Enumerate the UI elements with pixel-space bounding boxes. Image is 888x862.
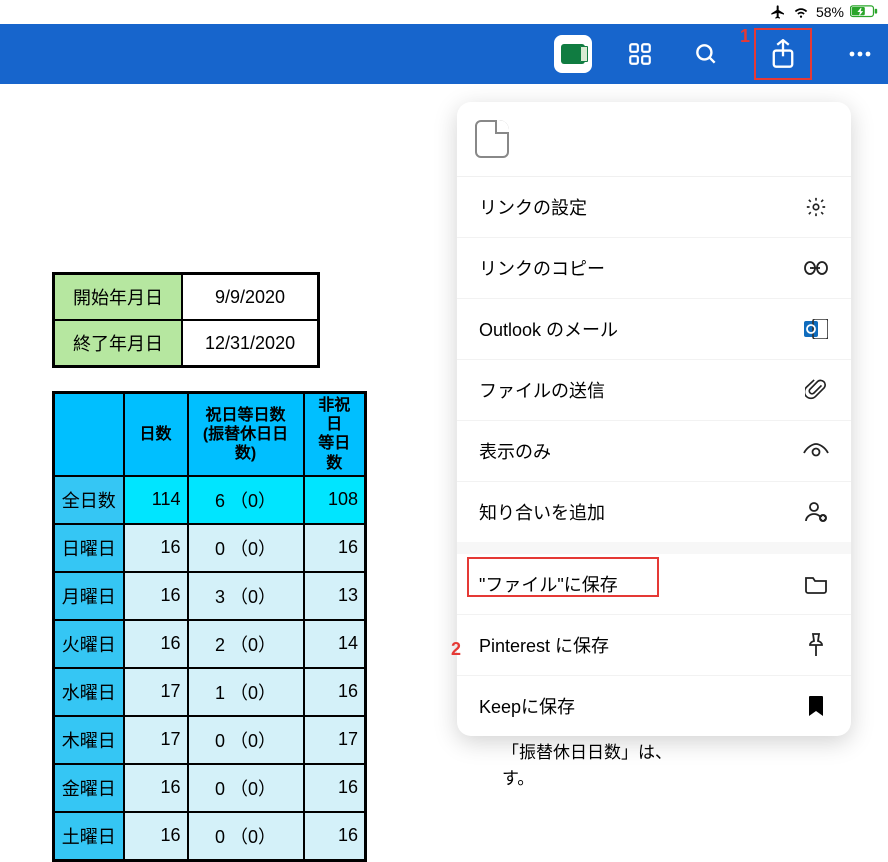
nonholiday-cell: 13 [304, 572, 366, 620]
nonholiday-cell: 16 [304, 812, 366, 861]
link-icon [803, 255, 829, 281]
holiday-cell: 6 （0） [188, 476, 304, 524]
column-header [54, 393, 124, 476]
holiday-cell: 0 （0） [188, 812, 304, 861]
app-header: 1 [0, 24, 888, 84]
table-row: 全日数1146 （0）108 [54, 476, 366, 524]
outlook-icon [803, 316, 829, 342]
menu-item-label: Pinterest に保存 [479, 632, 609, 658]
annotation-2: 2 [451, 639, 461, 660]
share-menu-item[interactable]: Outlook のメール [457, 298, 851, 359]
more-icon[interactable] [842, 36, 878, 72]
holiday-cell: 2 （0） [188, 620, 304, 668]
menu-item-label: 知り合いを追加 [479, 499, 605, 525]
nonholiday-cell: 16 [304, 668, 366, 716]
share-menu-item[interactable]: "ファイル"に保存 [457, 554, 851, 614]
nonholiday-cell: 14 [304, 620, 366, 668]
nonholiday-cell: 108 [304, 476, 366, 524]
bookmark-icon [803, 693, 829, 719]
background-note-text: 「振替休日日数」は、 す。 [502, 740, 672, 791]
table-row: 金曜日160 （0）16 [54, 764, 366, 812]
row-label: 水曜日 [54, 668, 124, 716]
row-label: 金曜日 [54, 764, 124, 812]
date-value: 12/31/2020 [182, 320, 319, 367]
document-icon [475, 120, 509, 158]
days-cell: 16 [124, 524, 188, 572]
date-value: 9/9/2020 [182, 274, 319, 321]
nonholiday-cell: 17 [304, 716, 366, 764]
column-header: 祝日等日数(振替休日日数) [188, 393, 304, 476]
share-menu-item[interactable]: Pinterest に保存 [457, 614, 851, 675]
battery-charging-icon [850, 5, 878, 19]
share-menu-item[interactable]: 表示のみ [457, 420, 851, 481]
row-label: 木曜日 [54, 716, 124, 764]
column-header: 日数 [124, 393, 188, 476]
days-cell: 16 [124, 572, 188, 620]
share-menu-item[interactable]: 知り合いを追加 [457, 481, 851, 542]
attach-icon [803, 377, 829, 403]
person-add-icon [803, 499, 829, 525]
holiday-cell: 0 （0） [188, 764, 304, 812]
folder-icon [803, 571, 829, 597]
column-header: 非祝日等日数 [304, 393, 366, 476]
eye-icon [803, 438, 829, 464]
holiday-cell: 0 （0） [188, 524, 304, 572]
days-cell: 16 [124, 620, 188, 668]
share-button[interactable]: 1 [754, 28, 812, 80]
days-summary-table: 日数祝日等日数(振替休日日数)非祝日等日数 全日数1146 （0）108日曜日1… [52, 391, 367, 862]
menu-item-label: "ファイル"に保存 [479, 571, 618, 597]
table-row: 木曜日170 （0）17 [54, 716, 366, 764]
nonholiday-cell: 16 [304, 524, 366, 572]
table-row: 月曜日163 （0）13 [54, 572, 366, 620]
share-menu-item[interactable]: リンクの設定 [457, 177, 851, 237]
menu-item-label: ファイルの送信 [479, 377, 605, 403]
menu-item-label: リンクのコピー [479, 255, 605, 281]
menu-item-label: リンクの設定 [479, 194, 587, 220]
annotation-1: 1 [740, 26, 750, 47]
airplane-mode-icon [770, 4, 786, 20]
days-cell: 16 [124, 764, 188, 812]
gear-icon [803, 194, 829, 220]
status-bar: 58% [0, 0, 888, 24]
share-menu-item[interactable]: ファイルの送信 [457, 359, 851, 420]
share-menu-item[interactable]: Keepに保存 [457, 675, 851, 736]
date-label: 開始年月日 [54, 274, 183, 321]
pin-icon [803, 632, 829, 658]
row-label: 日曜日 [54, 524, 124, 572]
menu-item-label: Outlook のメール [479, 316, 618, 342]
days-cell: 16 [124, 812, 188, 861]
table-row: 水曜日171 （0）16 [54, 668, 366, 716]
days-cell: 17 [124, 668, 188, 716]
share-menu-item[interactable]: リンクのコピー [457, 237, 851, 298]
battery-text: 58% [816, 4, 844, 20]
row-label: 火曜日 [54, 620, 124, 668]
excel-app-icon[interactable] [554, 35, 592, 73]
share-sheet: リンクの設定リンクのコピー Outlook のメールファイルの送信表示のみ知り合い… [457, 102, 851, 736]
holiday-cell: 0 （0） [188, 716, 304, 764]
holiday-cell: 3 （0） [188, 572, 304, 620]
holiday-cell: 1 （0） [188, 668, 304, 716]
days-cell: 114 [124, 476, 188, 524]
row-label: 月曜日 [54, 572, 124, 620]
share-sheet-header [457, 102, 851, 177]
nonholiday-cell: 16 [304, 764, 366, 812]
row-label: 全日数 [54, 476, 124, 524]
date-range-table: 開始年月日9/9/2020終了年月日12/31/2020 [52, 272, 320, 368]
menu-item-label: 表示のみ [479, 438, 551, 464]
grid-menu-icon[interactable] [622, 36, 658, 72]
row-label: 土曜日 [54, 812, 124, 861]
document-area: 開始年月日9/9/2020終了年月日12/31/2020 日数祝日等日数(振替休… [0, 84, 888, 800]
menu-item-label: Keepに保存 [479, 693, 575, 719]
date-label: 終了年月日 [54, 320, 183, 367]
search-icon[interactable] [688, 36, 724, 72]
table-row: 日曜日160 （0）16 [54, 524, 366, 572]
wifi-icon [792, 5, 810, 19]
table-row: 土曜日160 （0）16 [54, 812, 366, 861]
table-row: 火曜日162 （0）14 [54, 620, 366, 668]
days-cell: 17 [124, 716, 188, 764]
